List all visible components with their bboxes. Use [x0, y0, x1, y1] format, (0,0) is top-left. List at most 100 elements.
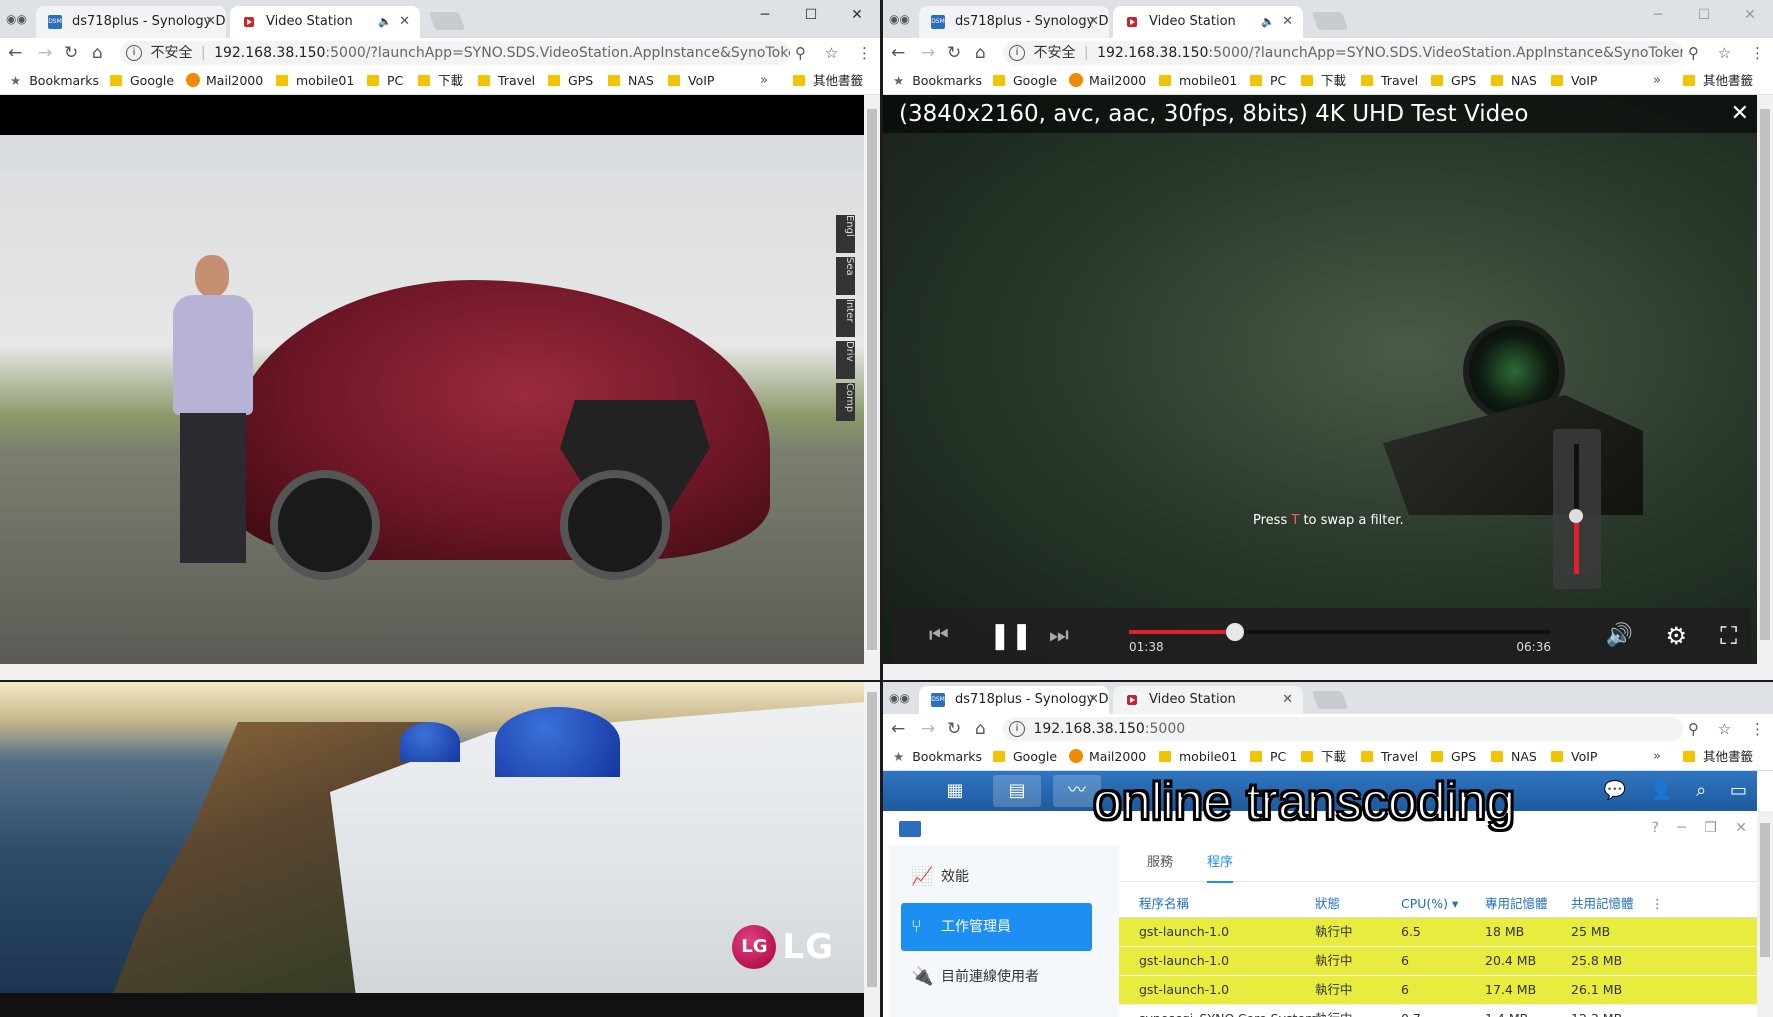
side-tab[interactable]: Inter — [836, 299, 855, 337]
close-icon[interactable]: ✕ — [1282, 6, 1293, 38]
volume-knob[interactable] — [1569, 508, 1583, 523]
forward-icon[interactable]: → — [921, 714, 935, 744]
column-header[interactable]: 程序名稱 — [1139, 891, 1189, 917]
forward-icon[interactable]: → — [921, 38, 935, 68]
forward-icon[interactable]: → — [38, 38, 52, 68]
close-icon[interactable]: ✕ — [1735, 820, 1747, 836]
gear-icon[interactable]: ⚙ — [1665, 608, 1687, 664]
back-icon[interactable]: ← — [891, 714, 905, 744]
pause-icon[interactable]: ❚❚ — [989, 608, 1033, 664]
menu-icon[interactable]: ⋮ — [1750, 44, 1765, 62]
close-icon[interactable]: ✕ — [1088, 6, 1099, 38]
bookmark-gps[interactable]: GPS — [548, 68, 593, 94]
maximize-icon[interactable]: ☐ — [1681, 0, 1727, 30]
close-icon[interactable]: ✕ — [1282, 686, 1293, 714]
vertical-scrollbar[interactable] — [1757, 811, 1773, 1017]
video-frame[interactable]: Engl Sea Inter Driv Comp — [0, 95, 864, 664]
reload-icon[interactable]: ↻ — [64, 38, 78, 68]
close-window-icon[interactable]: ✕ — [1727, 0, 1773, 30]
new-tab-button[interactable] — [1311, 691, 1349, 709]
bookmark-mail2000[interactable]: Mail2000 — [1069, 744, 1146, 770]
address-bar[interactable]: i 192.168.38.150:5000 — [1003, 717, 1683, 741]
sidebar-item-connected-users[interactable]: 🔌 目前連線使用者 — [901, 953, 1092, 1001]
bookmark-mail2000[interactable]: Mail2000 — [186, 68, 263, 94]
close-icon[interactable]: ✕ — [1088, 686, 1099, 714]
side-tab[interactable]: Comp — [836, 383, 855, 421]
pin-icon[interactable]: ⚲ — [1688, 720, 1699, 738]
search-icon[interactable]: ⌕ — [1696, 780, 1706, 801]
table-row[interactable]: gst-launch-1.0 執行中 6 17.4 MB 26.1 MB — [1119, 976, 1757, 1005]
bookmark-travel[interactable]: Travel — [1361, 744, 1418, 770]
tab-dsm[interactable]: DSM ds718plus - Synology D ✕ — [919, 6, 1109, 38]
menu-icon[interactable]: ⋮ — [1750, 720, 1765, 738]
bookmarks-overflow[interactable]: » — [760, 68, 768, 94]
info-icon[interactable]: i — [126, 45, 142, 61]
bookmark-gps[interactable]: GPS — [1431, 68, 1476, 94]
bookmarks-overflow[interactable]: » — [1653, 68, 1661, 94]
back-icon[interactable]: ← — [891, 38, 905, 68]
tab-video-station[interactable]: Video Station 🔈 ✕ — [1113, 6, 1303, 38]
bookmark-bookmarks[interactable]: ★ Bookmarks — [893, 68, 982, 94]
column-header[interactable]: 共用記憶體 — [1571, 891, 1634, 917]
info-icon[interactable]: i — [1009, 45, 1025, 61]
bookmark-other[interactable]: 其他書籤 — [793, 68, 863, 94]
home-icon[interactable]: ⌂ — [92, 38, 103, 68]
vertical-scrollbar[interactable] — [864, 682, 880, 1017]
widgets-icon[interactable]: ▭ — [1730, 780, 1747, 801]
minimize-icon[interactable]: ─ — [742, 0, 788, 30]
video-station-app-icon[interactable]: ▤ — [993, 775, 1041, 807]
tab-video-station[interactable]: Video Station 🔈 ✕ — [230, 6, 420, 38]
fullscreen-icon[interactable]: ⛶ — [1720, 608, 1737, 664]
bookmark-voip[interactable]: VoIP — [1551, 68, 1597, 94]
bookmark-pc[interactable]: PC — [1250, 68, 1286, 94]
vertical-scrollbar[interactable] — [1757, 95, 1773, 680]
bookmark-mail2000[interactable]: Mail2000 — [1069, 68, 1146, 94]
info-icon[interactable]: i — [1009, 721, 1025, 737]
side-tab[interactable]: Engl — [836, 215, 855, 253]
bookmark-mobile01[interactable]: mobile01 — [1159, 744, 1237, 770]
maximize-icon[interactable]: ❐ — [1704, 820, 1717, 836]
minimize-icon[interactable]: ─ — [1677, 820, 1685, 836]
star-icon[interactable]: ☆ — [1718, 720, 1731, 738]
column-header[interactable]: 專用記憶體 — [1485, 891, 1548, 917]
bookmark-travel[interactable]: Travel — [478, 68, 535, 94]
home-icon[interactable]: ⌂ — [975, 714, 986, 744]
pin-icon[interactable]: ⚲ — [1688, 44, 1699, 62]
address-bar[interactable]: i 不安全 | 192.168.38.150:5000/?launchApp=S… — [1003, 41, 1683, 65]
tab-dsm[interactable]: DSM ds718plus - Synology D ✕ — [36, 6, 226, 38]
column-header[interactable]: 狀態 — [1315, 891, 1340, 917]
bookmark-google[interactable]: Google — [993, 68, 1057, 94]
close-icon[interactable]: ✕ — [205, 6, 216, 38]
column-menu-icon[interactable]: ⋮ — [1651, 891, 1664, 917]
bookmark-download[interactable]: 下載 — [1301, 744, 1346, 770]
santorini-scene-image[interactable]: LG LG — [0, 682, 864, 993]
bookmark-download[interactable]: 下載 — [1301, 68, 1346, 94]
sidebar-item-task-manager[interactable]: ⑂ 工作管理員 — [901, 903, 1092, 951]
tab-video-station[interactable]: Video Station ✕ — [1113, 686, 1303, 714]
reload-icon[interactable]: ↻ — [947, 714, 961, 744]
menu-icon[interactable]: ⋮ — [857, 44, 872, 62]
home-icon[interactable]: ⌂ — [975, 38, 986, 68]
table-row[interactable]: gst-launch-1.0 執行中 6.5 18 MB 25 MB — [1119, 918, 1757, 947]
star-icon[interactable]: ☆ — [1718, 44, 1731, 62]
address-bar[interactable]: i 不安全 | 192.168.38.150:5000/?launchApp=S… — [120, 41, 790, 65]
horizontal-scrollbar[interactable] — [0, 664, 864, 680]
pin-icon[interactable]: ⚲ — [795, 44, 806, 62]
bookmark-nas[interactable]: NAS — [1491, 744, 1537, 770]
bookmark-mobile01[interactable]: mobile01 — [276, 68, 354, 94]
tab-processes[interactable]: 程序 — [1207, 845, 1234, 883]
bookmark-gps[interactable]: GPS — [1431, 744, 1476, 770]
reload-icon[interactable]: ↻ — [947, 38, 961, 68]
previous-icon[interactable]: ⏮ — [929, 608, 949, 664]
table-row[interactable]: synoscgi_SYNO.Core.System... 執行中 0.7 1.4… — [1119, 1005, 1757, 1017]
tab-services[interactable]: 服務 — [1147, 845, 1173, 881]
close-icon[interactable]: ✕ — [1731, 95, 1749, 133]
bookmark-google[interactable]: Google — [993, 744, 1057, 770]
back-icon[interactable]: ← — [8, 38, 22, 68]
user-icon[interactable]: 👤 — [1650, 780, 1672, 801]
table-row[interactable]: gst-launch-1.0 執行中 6 20.4 MB 25.8 MB — [1119, 947, 1757, 976]
column-header[interactable]: CPU(%) ▾ — [1401, 891, 1458, 917]
tab-dsm[interactable]: DSM ds718plus - Synology D ✕ — [919, 686, 1109, 714]
bookmark-nas[interactable]: NAS — [1491, 68, 1537, 94]
main-menu-icon[interactable]: ▦ — [931, 775, 979, 807]
